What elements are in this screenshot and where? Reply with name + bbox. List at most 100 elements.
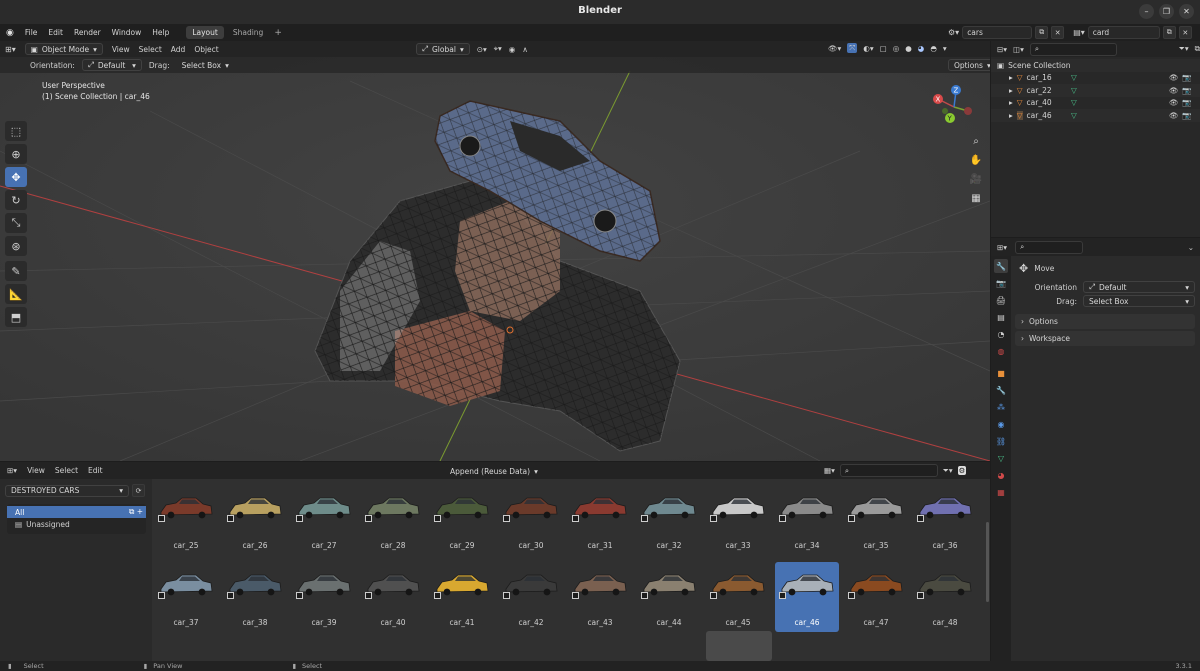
asset-checkbox[interactable] — [710, 592, 717, 599]
asset-checkbox[interactable] — [779, 592, 786, 599]
tab-layout[interactable]: Layout — [186, 26, 224, 39]
settings-gear-icon[interactable]: ⚙ — [957, 466, 967, 475]
asset-thumbnail[interactable]: car_26 — [223, 485, 287, 555]
camera-render-icon[interactable]: 📷 — [1182, 86, 1191, 95]
tool-tab-icon[interactable]: 🔧 — [994, 259, 1008, 273]
asset-checkbox[interactable] — [503, 592, 510, 599]
menu-select[interactable]: Select — [139, 45, 162, 54]
menu-file[interactable]: File — [25, 28, 38, 37]
asset-thumbnail[interactable]: car_43 — [568, 562, 632, 632]
pan-hand-icon[interactable]: ✋ — [967, 151, 985, 169]
asset-thumbnail[interactable]: car_33 — [706, 485, 770, 555]
asset-library-dropdown[interactable]: DESTROYED CARS ▾ — [5, 484, 129, 497]
asset-thumbnail[interactable]: car_34 — [775, 485, 839, 555]
filter-icon[interactable]: ⏷▾ — [943, 466, 953, 476]
asset-thumbnail[interactable]: car_41 — [430, 562, 494, 632]
new-collection-icon[interactable]: ⧉ — [1195, 44, 1200, 54]
asset-thumbnail-partial[interactable] — [706, 631, 772, 661]
shading-solid-icon[interactable]: ● — [905, 44, 912, 53]
asset-checkbox[interactable] — [572, 592, 579, 599]
asset-checkbox[interactable] — [296, 515, 303, 522]
asset-checkbox[interactable] — [365, 515, 372, 522]
grid-view-icon[interactable]: ▦ — [967, 189, 985, 207]
asset-thumbnail[interactable]: car_32 — [637, 485, 701, 555]
asset-thumbnail[interactable]: car_35 — [844, 485, 908, 555]
asset-thumbnail[interactable]: car_44 — [637, 562, 701, 632]
transform-tool[interactable]: ⊛ — [5, 236, 27, 256]
eye-icon[interactable]: 👁 — [1169, 98, 1179, 107]
blender-logo-icon[interactable]: ◉ — [6, 28, 14, 38]
constraints-tab-icon[interactable]: ⛓ — [994, 434, 1008, 448]
asset-checkbox[interactable] — [917, 592, 924, 599]
drag-dropdown[interactable]: Select Box ▾ — [177, 59, 234, 71]
asset-thumbnail[interactable]: car_36 — [913, 485, 977, 555]
pivot-icon[interactable]: ⊙▾ — [477, 45, 487, 54]
asset-checkbox[interactable] — [365, 592, 372, 599]
catalog-item-all[interactable]: All ⧉ + — [7, 506, 146, 518]
filter-icon[interactable]: ⏷▾ — [1179, 44, 1189, 54]
drag-dropdown[interactable]: Select Box ▾ — [1083, 295, 1195, 307]
scene-tab-icon[interactable]: ◔ — [994, 327, 1008, 341]
asset-thumbnail[interactable]: car_45 — [706, 562, 770, 632]
view-layer-field[interactable]: card — [1087, 26, 1160, 39]
outliner-item[interactable]: ▸ ▽ car_40 ▽ 👁 📷 — [991, 97, 1200, 110]
new-scene-button[interactable]: ⧉ — [1035, 26, 1049, 39]
tab-shading[interactable]: Shading — [227, 26, 269, 39]
orientation-dropdown[interactable]: ⤢ Default ▾ — [1083, 281, 1195, 293]
zoom-icon[interactable]: ⌕ — [967, 132, 985, 150]
asset-thumbnail[interactable]: car_46 — [775, 562, 839, 632]
display-mode-icon[interactable]: ▦▾ — [824, 466, 835, 475]
expand-arrow-icon[interactable]: ▸ — [1009, 86, 1013, 95]
menu-edit[interactable]: Edit — [48, 28, 63, 37]
camera-render-icon[interactable]: 📷 — [1182, 73, 1191, 82]
close-button[interactable]: ✕ — [1179, 4, 1194, 19]
data-tab-icon[interactable]: ▽ — [994, 451, 1008, 465]
asset-checkbox[interactable] — [572, 515, 579, 522]
particles-tab-icon[interactable]: ⁂ — [994, 400, 1008, 414]
asset-thumbnail[interactable]: car_25 — [154, 485, 218, 555]
transform-orientation-dropdown[interactable]: ⤢ Global ▾ — [416, 43, 470, 55]
new-view-layer-button[interactable]: ⧉ — [1162, 26, 1176, 39]
annotate-tool[interactable]: ✎ — [5, 261, 27, 281]
asset-checkbox[interactable] — [227, 515, 234, 522]
proportional-edit-icon[interactable]: ◉ — [509, 45, 516, 54]
texture-tab-icon[interactable]: ▦ — [994, 485, 1008, 499]
add-workspace-button[interactable]: + — [274, 28, 282, 38]
menu-help[interactable]: Help — [152, 28, 169, 37]
visibility-icon[interactable]: 👁▾ — [828, 44, 841, 53]
editor-type-icon[interactable]: ⊞▾ — [5, 45, 16, 54]
asset-thumbnail[interactable]: car_37 — [154, 562, 218, 632]
menu-object[interactable]: Object — [194, 45, 218, 54]
workspace-panel[interactable]: › Workspace — [1015, 331, 1195, 346]
world-tab-icon[interactable]: ◍ — [994, 344, 1008, 358]
camera-icon[interactable]: 🎥 — [967, 170, 985, 188]
asset-thumbnail[interactable]: car_40 — [361, 562, 425, 632]
editor-type-icon[interactable]: ⊞▾ — [7, 466, 17, 475]
asset-checkbox[interactable] — [158, 515, 165, 522]
add-cube-tool[interactable]: ⬒ — [5, 307, 27, 327]
scene-field[interactable]: cars — [962, 26, 1033, 39]
view-layer-icon[interactable]: ▤▾ — [1073, 28, 1085, 37]
properties-search-input[interactable]: ⌕ — [1015, 240, 1084, 254]
expand-arrow-icon[interactable]: ▸ — [1009, 98, 1013, 107]
expand-arrow-icon[interactable]: ▸ — [1009, 111, 1013, 120]
menu-add[interactable]: Add — [171, 45, 186, 54]
3d-viewport[interactable]: ⊞▾ ▣ Object Mode ▾ View Select Add Objec… — [0, 41, 990, 461]
asset-thumbnail[interactable]: car_30 — [499, 485, 563, 555]
move-tool[interactable]: ✥ — [5, 167, 27, 187]
asset-thumbnail[interactable]: car_31 — [568, 485, 632, 555]
asset-checkbox[interactable] — [503, 515, 510, 522]
asset-checkbox[interactable] — [158, 592, 165, 599]
snap-icon[interactable]: ⌖▾ — [494, 44, 502, 54]
output-tab-icon[interactable]: 🖨 — [994, 293, 1008, 307]
measure-tool[interactable]: 📐 — [5, 284, 27, 304]
scene-icon[interactable]: ⚙▾ — [948, 28, 959, 37]
asset-thumbnail[interactable]: car_47 — [844, 562, 908, 632]
maximize-button[interactable]: ❐ — [1159, 4, 1174, 19]
physics-tab-icon[interactable]: ◉ — [994, 417, 1008, 431]
asset-search-input[interactable]: ⌕ — [839, 464, 938, 477]
rotate-tool[interactable]: ↻ — [5, 190, 27, 210]
menu-edit[interactable]: Edit — [88, 466, 103, 475]
scale-tool[interactable]: ⤡ — [5, 213, 27, 233]
xray-icon[interactable]: ▢ — [880, 44, 887, 53]
